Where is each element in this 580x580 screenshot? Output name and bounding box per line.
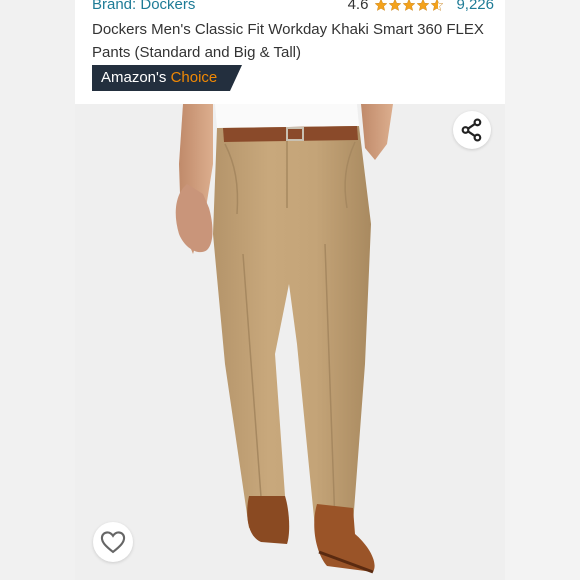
amazons-choice-badge[interactable]: Amazon's Choice [92, 65, 242, 91]
star-icon [375, 0, 388, 11]
like-button[interactable] [93, 522, 133, 562]
brand-rating-row: Brand: Dockers 4.6 9,226 [92, 0, 494, 16]
badge-prefix: Amazon's [101, 69, 167, 86]
product-image[interactable] [75, 104, 505, 580]
review-count-link[interactable]: 9,226 [456, 0, 494, 13]
star-icon [417, 0, 430, 11]
product-title[interactable]: Dockers Men's Classic Fit Workday Khaki … [92, 18, 492, 64]
star-rating [374, 0, 444, 12]
background-strip [505, 0, 580, 580]
rating-group[interactable]: 4.6 9,226 [348, 0, 494, 13]
rating-value: 4.6 [347, 0, 369, 13]
pants-illustration [175, 104, 393, 574]
product-card: Brand: Dockers 4.6 9,226 Dockers Men's C… [75, 0, 505, 580]
star-icon [403, 0, 416, 11]
badge-accent: Choice [170, 69, 218, 86]
star-icon [389, 0, 402, 11]
star-half-icon [431, 0, 444, 11]
share-icon [461, 118, 482, 142]
heart-outline-icon [100, 531, 126, 554]
share-button[interactable] [453, 111, 491, 149]
brand-link[interactable]: Brand: Dockers [92, 0, 195, 13]
